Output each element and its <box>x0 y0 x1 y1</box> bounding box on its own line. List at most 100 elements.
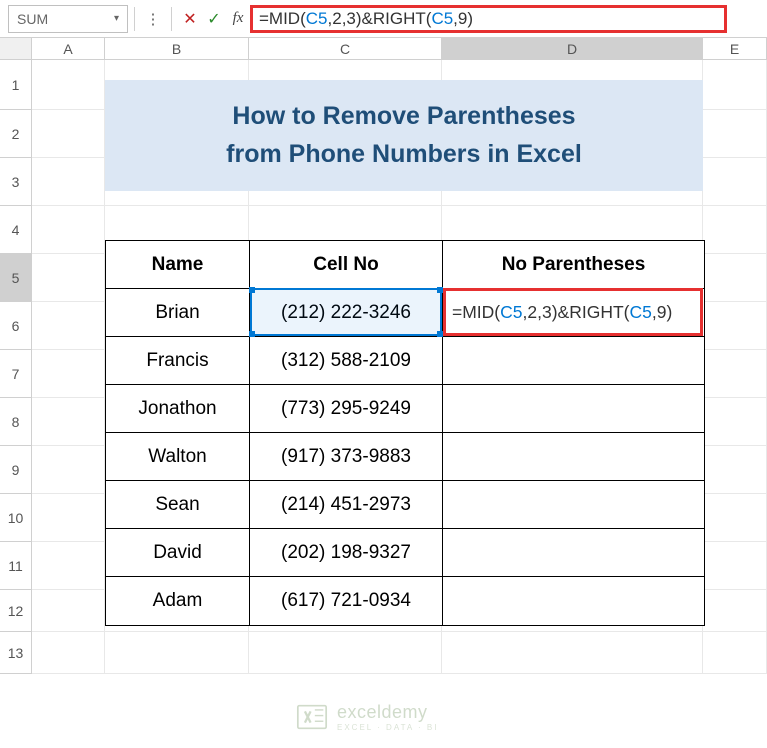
row-header-11[interactable]: 11 <box>0 542 32 590</box>
cell-e9[interactable] <box>703 446 767 494</box>
row-header-8[interactable]: 8 <box>0 398 32 446</box>
row-header-10[interactable]: 10 <box>0 494 32 542</box>
cell-e3[interactable] <box>703 158 767 206</box>
row-header-3[interactable]: 3 <box>0 158 32 206</box>
phone-cell[interactable]: (917) 373-9883 <box>250 433 443 481</box>
editing-cell-d5[interactable]: =MID(C5,2,3)&RIGHT(C5,9) <box>443 288 703 336</box>
cell-e5[interactable] <box>703 254 767 302</box>
cell-e1[interactable] <box>703 60 767 110</box>
row-header-13[interactable]: 13 <box>0 632 32 674</box>
name-box[interactable]: SUM ▾ <box>8 5 128 33</box>
select-all-corner[interactable] <box>0 38 32 59</box>
cell-a4[interactable] <box>32 206 105 254</box>
divider <box>134 7 135 31</box>
cell-e6[interactable] <box>703 302 767 350</box>
column-header-a[interactable]: A <box>32 38 105 59</box>
cell-a9[interactable] <box>32 446 105 494</box>
table-header-row: Name Cell No No Parentheses <box>106 241 704 289</box>
divider <box>171 7 172 31</box>
result-cell[interactable] <box>443 337 704 385</box>
result-cell[interactable] <box>443 529 704 577</box>
cell-a2[interactable] <box>32 110 105 158</box>
phone-cell[interactable]: (214) 451-2973 <box>250 481 443 529</box>
title-line-2: from Phone Numbers in Excel <box>226 136 582 174</box>
watermark-text-wrap: exceldemy EXCEL · DATA · BI <box>337 702 438 732</box>
fx-icon[interactable]: fx <box>226 7 250 31</box>
table-row: Walton(917) 373-9883 <box>106 433 704 481</box>
enter-button[interactable]: ✓ <box>202 7 226 31</box>
name-cell[interactable]: David <box>106 529 250 577</box>
watermark-text: exceldemy <box>337 702 438 723</box>
row-header-6[interactable]: 6 <box>0 302 32 350</box>
cell-e7[interactable] <box>703 350 767 398</box>
phone-cell[interactable]: (312) 588-2109 <box>250 337 443 385</box>
result-cell[interactable] <box>443 481 704 529</box>
cell-d13[interactable] <box>442 632 703 674</box>
phone-cell[interactable]: (202) 198-9327 <box>250 529 443 577</box>
row-header-4[interactable]: 4 <box>0 206 32 254</box>
name-cell[interactable]: Francis <box>106 337 250 385</box>
cell-a11[interactable] <box>32 542 105 590</box>
column-header-d[interactable]: D <box>442 38 703 59</box>
name-box-value: SUM <box>17 11 48 27</box>
row-header-2[interactable]: 2 <box>0 110 32 158</box>
row-header-9[interactable]: 9 <box>0 446 32 494</box>
table-row: Sean(214) 451-2973 <box>106 481 704 529</box>
chevron-down-icon[interactable]: ▾ <box>114 13 119 24</box>
cell-a6[interactable] <box>32 302 105 350</box>
cell-a7[interactable] <box>32 350 105 398</box>
cell-a8[interactable] <box>32 398 105 446</box>
name-cell[interactable]: Adam <box>106 577 250 625</box>
cell-a13[interactable] <box>32 632 105 674</box>
phone-cell[interactable]: (212) 222-3246 <box>250 289 443 337</box>
cancel-button[interactable]: ✕ <box>178 7 202 31</box>
cell-a1[interactable] <box>32 60 105 110</box>
row-header-1[interactable]: 1 <box>0 60 32 110</box>
column-header-e[interactable]: E <box>703 38 767 59</box>
spreadsheet-grid: 12345678910111213 How to Remove Parenthe… <box>0 60 767 674</box>
name-cell[interactable]: Sean <box>106 481 250 529</box>
result-cell[interactable] <box>443 385 704 433</box>
title-line-1: How to Remove Parentheses <box>232 98 575 136</box>
cell-b13[interactable] <box>105 632 249 674</box>
result-cell[interactable] <box>443 577 704 625</box>
table-row: Adam(617) 721-0934 <box>106 577 704 625</box>
cell-c13[interactable] <box>249 632 442 674</box>
name-cell[interactable]: Brian <box>106 289 250 337</box>
row-header-5[interactable]: 5 <box>0 254 32 302</box>
cell-e13[interactable] <box>703 632 767 674</box>
formula-input[interactable]: =MID(C5,2,3)&RIGHT(C5,9) <box>250 5 727 33</box>
header-cell[interactable]: Cell No <box>250 241 443 289</box>
cell-a5[interactable] <box>32 254 105 302</box>
column-header-b[interactable]: B <box>105 38 249 59</box>
cell-a3[interactable] <box>32 158 105 206</box>
header-noparen[interactable]: No Parentheses <box>443 241 704 289</box>
phone-cell[interactable]: (617) 721-0934 <box>250 577 443 625</box>
table-row: Jonathon(773) 295-9249 <box>106 385 704 433</box>
header-name[interactable]: Name <box>106 241 250 289</box>
watermark-subtext: EXCEL · DATA · BI <box>337 723 438 732</box>
formula-bar: SUM ▾ ⋮ ✕ ✓ fx =MID(C5,2,3)&RIGHT(C5,9) <box>0 0 767 38</box>
dots-icon[interactable]: ⋮ <box>141 7 165 31</box>
cell-a12[interactable] <box>32 590 105 632</box>
column-header-c[interactable]: C <box>249 38 442 59</box>
cell-e8[interactable] <box>703 398 767 446</box>
cell-e4[interactable] <box>703 206 767 254</box>
page-title: How to Remove Parentheses from Phone Num… <box>105 80 703 191</box>
cell-a10[interactable] <box>32 494 105 542</box>
phone-cell[interactable]: (773) 295-9249 <box>250 385 443 433</box>
name-cell[interactable]: Walton <box>106 433 250 481</box>
row-header-7[interactable]: 7 <box>0 350 32 398</box>
table-row: David(202) 198-9327 <box>106 529 704 577</box>
cell-e10[interactable] <box>703 494 767 542</box>
excel-icon <box>295 700 329 734</box>
result-cell[interactable] <box>443 433 704 481</box>
cell-e12[interactable] <box>703 590 767 632</box>
cell-e11[interactable] <box>703 542 767 590</box>
column-headers: A B C D E <box>0 38 767 60</box>
cell-e2[interactable] <box>703 110 767 158</box>
row-header-12[interactable]: 12 <box>0 590 32 632</box>
name-cell[interactable]: Jonathon <box>106 385 250 433</box>
watermark: exceldemy EXCEL · DATA · BI <box>295 700 438 734</box>
table-row: Francis(312) 588-2109 <box>106 337 704 385</box>
